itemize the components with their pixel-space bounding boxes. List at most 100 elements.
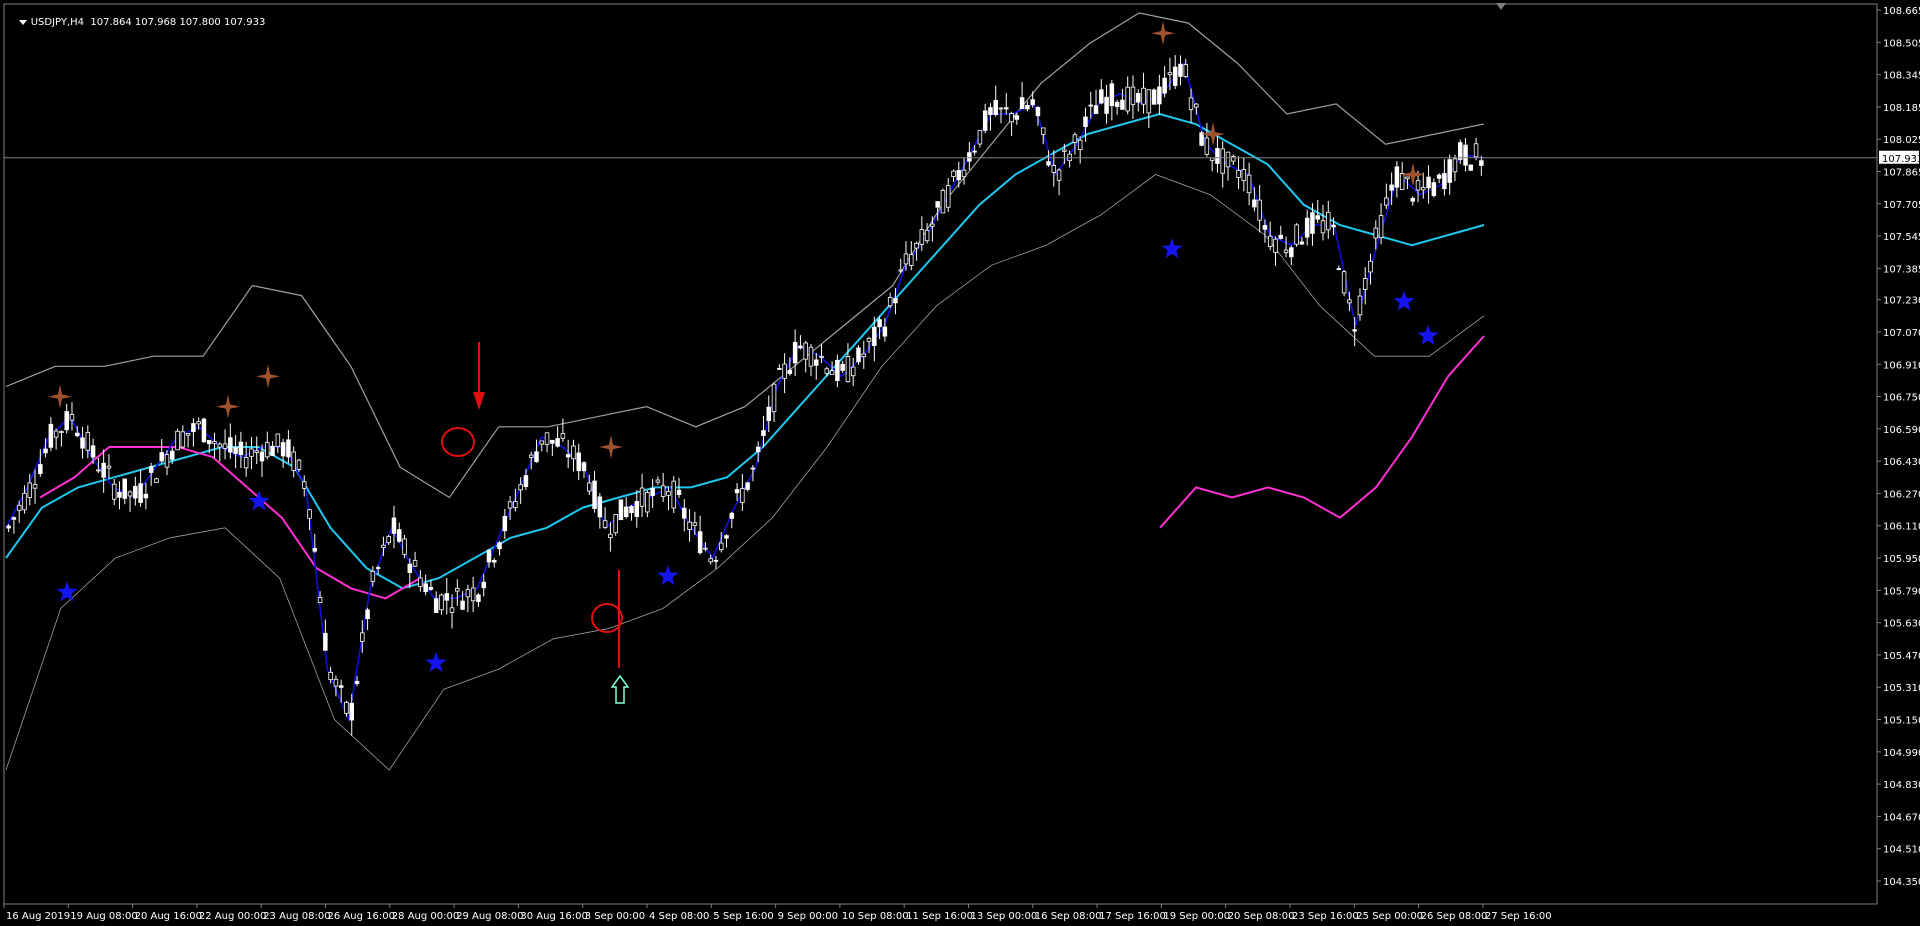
- candle-body: [1194, 103, 1199, 108]
- red-circle: [441, 427, 475, 457]
- candle-body: [639, 487, 645, 507]
- candle-body: [185, 433, 191, 436]
- price-label: 104.350: [1883, 877, 1920, 888]
- candle-body: [1252, 199, 1257, 208]
- price-label: 105.470: [1883, 651, 1920, 662]
- candle-body: [597, 496, 603, 518]
- signal-markers: [48, 21, 1439, 672]
- candle-body: [170, 450, 175, 460]
- time-label: 30 Aug 16:00: [520, 911, 587, 922]
- candle-body: [777, 368, 782, 370]
- candle-body: [534, 451, 539, 463]
- candle-body: [412, 560, 418, 567]
- candle-body: [850, 366, 856, 377]
- time-label: 23 Sep 16:00: [1292, 911, 1359, 922]
- chart-shift-icon[interactable]: [1496, 3, 1506, 10]
- candle-body: [196, 421, 201, 425]
- candle-body: [106, 465, 112, 469]
- sell-signal-star: [48, 384, 72, 409]
- candle-body: [861, 353, 867, 358]
- candle-body: [824, 368, 830, 374]
- candle-body: [90, 445, 96, 458]
- time-axis[interactable]: 16 Aug 2019 19 Aug 08:0020 Aug 16:0022 Au…: [3, 904, 1552, 922]
- candle-body: [117, 491, 122, 498]
- moving-averages: [5, 61, 1485, 723]
- candle-body: [602, 520, 608, 528]
- buy-signal-star: [1417, 325, 1439, 345]
- candle-body: [1246, 174, 1252, 194]
- buy-signal-star: [1393, 290, 1415, 311]
- candle-body: [433, 598, 439, 613]
- price-label: 107.705: [1883, 200, 1920, 211]
- time-label: 16 Sep 08:00: [1035, 911, 1102, 922]
- candle-body: [48, 423, 54, 448]
- candle-body: [945, 185, 951, 208]
- candle-body: [1304, 217, 1310, 238]
- candle-body: [1283, 249, 1289, 254]
- candle-body: [655, 479, 661, 483]
- candle-body: [909, 254, 914, 266]
- price-label: 108.185: [1883, 103, 1920, 114]
- buy-signal-star: [248, 490, 270, 511]
- price-axis[interactable]: 108.665 108.505 108.345 108.185 108.025 107.8…: [1877, 6, 1920, 888]
- candle-body: [497, 542, 502, 550]
- candle-body: [539, 440, 545, 445]
- candle-body: [1479, 160, 1484, 166]
- candle-body: [1072, 134, 1078, 143]
- candle-body: [1426, 176, 1431, 189]
- price-label: 105.630: [1883, 619, 1920, 630]
- candle-body: [961, 169, 967, 178]
- candle-body: [175, 430, 180, 451]
- candle-body: [233, 447, 238, 454]
- candle-body: [228, 437, 233, 453]
- candle-body: [1204, 137, 1210, 155]
- candle-body: [1262, 225, 1268, 230]
- candle-body: [1384, 197, 1389, 206]
- price-label: 105.790: [1883, 586, 1920, 597]
- candle-body: [407, 563, 413, 573]
- candle-body: [1056, 169, 1062, 181]
- candle-body: [988, 107, 993, 116]
- candle-body: [397, 529, 402, 542]
- candle-body: [1146, 89, 1152, 114]
- candle-body: [85, 432, 91, 451]
- candle-body: [381, 544, 386, 548]
- candle-body: [1014, 115, 1020, 120]
- candle-body: [650, 488, 655, 496]
- price-label: 105.310: [1883, 683, 1920, 694]
- candle-body: [708, 558, 713, 563]
- candle-body: [1336, 268, 1342, 270]
- candle-body: [1320, 220, 1326, 234]
- price-label: 108.345: [1883, 71, 1920, 82]
- time-label: 17 Sep 16:00: [1099, 911, 1166, 922]
- candle-body: [571, 445, 576, 460]
- candle-body: [360, 632, 365, 642]
- candle-body: [307, 509, 312, 519]
- candle-body: [998, 107, 1004, 110]
- candle-body: [27, 482, 33, 498]
- candle-body: [845, 356, 851, 383]
- candle-body: [69, 414, 75, 421]
- candle-body: [249, 448, 254, 457]
- candle-body: [1389, 184, 1394, 191]
- slow-ma-line: [5, 112, 1485, 590]
- candle-body: [819, 355, 824, 358]
- candle-body: [629, 506, 634, 514]
- candle-body: [697, 531, 703, 554]
- candle-body: [296, 459, 302, 470]
- candle-body: [671, 480, 676, 509]
- candle-body: [623, 506, 629, 517]
- candle-body: [243, 457, 249, 469]
- sell-signal-star: [1151, 21, 1175, 46]
- candle-body: [977, 130, 983, 145]
- candle-body: [565, 454, 571, 458]
- candle-body: [893, 298, 898, 304]
- candle-body: [291, 451, 296, 471]
- candle-body: [38, 464, 43, 475]
- buy-signal-star: [56, 581, 78, 602]
- candle-body: [1040, 127, 1046, 135]
- candle-body: [766, 406, 772, 422]
- chart-menu-triangle-icon[interactable]: [18, 19, 27, 25]
- chart-window[interactable]: 108.665 108.505 108.345 108.185 108.025 107.8…: [0, 0, 1920, 926]
- price-chart[interactable]: 108.665 108.505 108.345 108.185 108.025 107.8…: [0, 0, 1920, 926]
